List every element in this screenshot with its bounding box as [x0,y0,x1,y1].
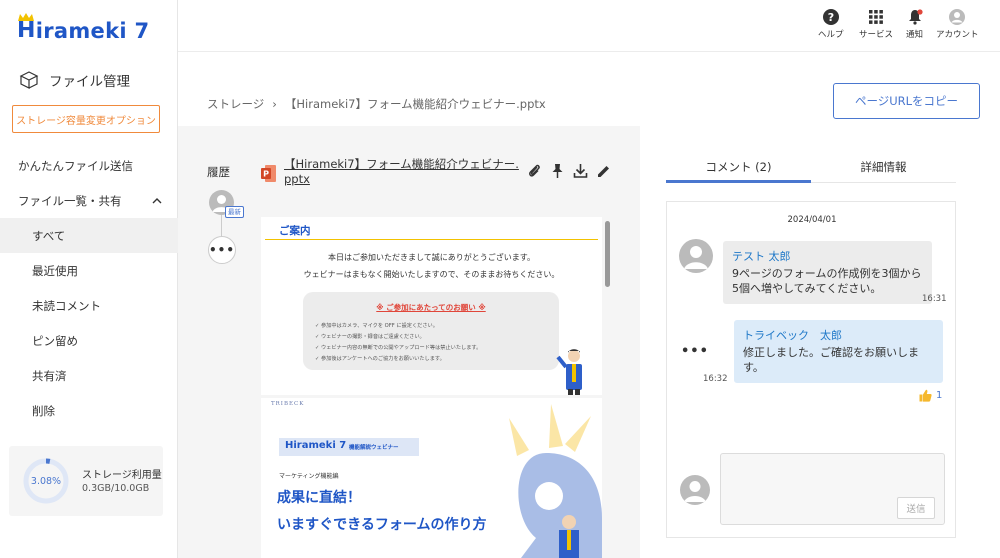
pptx-file-icon: P [261,165,276,182]
sidebar-item-all[interactable]: すべて [0,218,178,253]
sidebar-item-recent[interactable]: 最近使用 [0,253,178,288]
slide1-rule [265,239,598,240]
crown-icon [18,13,34,21]
slide1-title: ご案内 [279,225,311,237]
slide2-logo: Hirameki 7 [285,440,347,451]
breadcrumb: ストレージ › 【Hirameki7】フォーム機能紹介ウェビナー.pptx [207,96,546,112]
file-actions [527,163,611,179]
sidebar-item-pinned[interactable]: ピン留め [0,323,178,358]
service-button[interactable]: サービス [859,9,893,40]
like-button[interactable]: 1 [919,389,942,402]
slide2-headline-2: いますぐできるフォームの作り方 [277,517,487,533]
user-avatar-icon [684,481,706,502]
slide2-headline-1: 成果に直結！ [277,490,361,506]
slide-1: ご案内 本日はご参加いただきまして誠にありがとうございます。 ウェビナーはまもな… [261,217,602,397]
slide1-box-item: ✓ ウェビナー内容の無断での公開やアップロード等は禁止いたします。 [315,345,482,351]
sidebar: Hirameki 7 ファイル管理 ストレージ容量変更オプション かんたんファイ… [0,0,178,558]
history-line [221,215,222,237]
send-button[interactable]: 送信 [897,497,935,519]
slide1-box-title: ※ ご参加にあたってのお願い ※ [376,303,486,312]
help-icon: ? [822,9,839,25]
user-avatar-icon [684,246,708,269]
comment-time: 16:31 [922,294,947,304]
help-button[interactable]: ? ヘルプ [818,9,844,40]
sidebar-item-label: ファイル一覧・共有 [18,193,122,208]
chevron-up-icon [152,198,162,204]
logo-text: irameki 7 [35,18,150,43]
hirameki-logo[interactable]: Hirameki 7 [17,13,150,43]
top-bar: ? ヘルプ サービス 通知 アカウント [178,0,1000,52]
commenter-avatar [679,239,713,273]
storage-percent: 3.08% [30,475,62,487]
slide2-decoration [509,404,602,558]
edit-pencil-icon[interactable] [596,163,611,179]
sidebar-item-deleted[interactable]: 削除 [0,393,178,428]
pin-icon[interactable] [550,163,565,179]
slide2-category: マーケティング機能編 [279,473,339,480]
comment-date: 2024/04/01 [787,215,837,225]
slide1-notice-box: ※ ご参加にあたってのお願い ※ ✓ 参加中はカメラ、マイクを OFF に設定く… [303,292,559,370]
presenter-illustration [556,349,582,395]
slide1-line1: 本日はご参加いただきまして誠にありがとうございます。 [328,253,535,262]
section-title: ファイル管理 [18,70,130,90]
comment-author[interactable]: テスト 太郎 [732,249,923,265]
comments-panel: 2024/04/01 テスト 太郎 9ページのフォームの作成例を3個から5個へ増… [666,201,956,538]
svg-text:P: P [263,170,269,179]
tab-details[interactable]: 詳細情報 [811,150,956,182]
storage-usage-card: 3.08% ストレージ利用量 0.3GB/10.0GB [9,446,163,516]
storage-label: ストレージ利用量 [82,470,162,481]
thumbs-up-icon [919,389,932,402]
account-button[interactable]: アカウント [936,9,979,40]
comment-text: 修正しました。ご確認をお願いします。 [743,345,919,375]
paperclip-icon[interactable] [527,163,542,179]
latest-badge: 最新 [225,206,244,218]
slide2-logo-subtitle: 機能解説ウェビナー [349,445,399,451]
sidebar-item-shared[interactable]: 共有済 [0,358,178,393]
history-more-button[interactable]: ••• [208,236,236,264]
copy-page-url-button[interactable]: ページURLをコピー [833,83,980,119]
slide-2: TRIBECK Hirameki 7 機能解説ウェビナー マーケティング機能編 … [261,398,602,558]
notice-button[interactable]: 通知 [906,9,923,40]
download-icon[interactable] [573,163,588,179]
slide1-box-item: ✓ 参加後はアンケートへのご協力をお願いいたします。 [315,356,445,362]
file-name-link[interactable]: 【Hirameki7】フォーム機能紹介ウェビナー.pptx [284,157,524,187]
logo-text-h: H [17,18,36,43]
grid-icon [869,10,883,24]
comment-text: 9ページのフォームの作成例を3個から5個へ増やしてみてください。 [732,266,922,296]
comment-more-button[interactable]: ••• [681,344,709,359]
comment-bubble: テスト 太郎 9ページのフォームの作成例を3個から5個へ増やしてみてください。 [723,241,932,304]
slide1-line2: ウェビナーはまもなく開始いたしますので、そのままお待ちください。 [303,270,560,279]
sidebar-item-unread[interactable]: 未読コメント [0,288,178,323]
breadcrumb-separator: › [272,97,277,111]
comment-author[interactable]: トライベック 太郎 [743,328,934,344]
detail-tabs: コメント (2) 詳細情報 [666,150,956,183]
storage-value: 0.3GB/10.0GB [82,483,150,494]
account-icon [949,9,966,25]
slide1-box-item: ✓ ウェビナーの撮影・録音はご遠慮ください。 [315,334,425,340]
tab-comments[interactable]: コメント (2) [666,150,811,183]
slide2-brand: TRIBECK [271,401,305,407]
svg-text:?: ? [828,11,834,24]
my-avatar [680,475,710,505]
breadcrumb-current: 【Hirameki7】フォーム機能紹介ウェビナー.pptx [284,97,546,111]
bell-icon [908,9,923,25]
box-icon [19,71,39,89]
sidebar-item-send[interactable]: かんたんファイル送信 [0,148,178,183]
sidebar-item-list-share[interactable]: ファイル一覧・共有 [0,183,178,218]
slide1-box-item: ✓ 参加中はカメラ、マイクを OFF に設定ください。 [315,323,438,329]
like-count: 1 [936,390,943,401]
preview-scrollbar-thumb[interactable] [605,221,610,287]
comment-time: 16:32 [703,374,728,384]
comment-bubble-own: トライベック 太郎 修正しました。ご確認をお願いします。 [734,320,943,383]
storage-option-button[interactable]: ストレージ容量変更オプション [12,105,160,133]
slide-preview[interactable]: ご案内 本日はご参加いただきまして誠にありがとうございます。 ウェビナーはまもな… [261,217,602,558]
breadcrumb-root[interactable]: ストレージ [207,96,264,112]
sidebar-nav: かんたんファイル送信 ファイル一覧・共有 すべて 最近使用 未読コメント ピン留… [0,148,178,428]
history-label: 履歴 [207,165,230,179]
